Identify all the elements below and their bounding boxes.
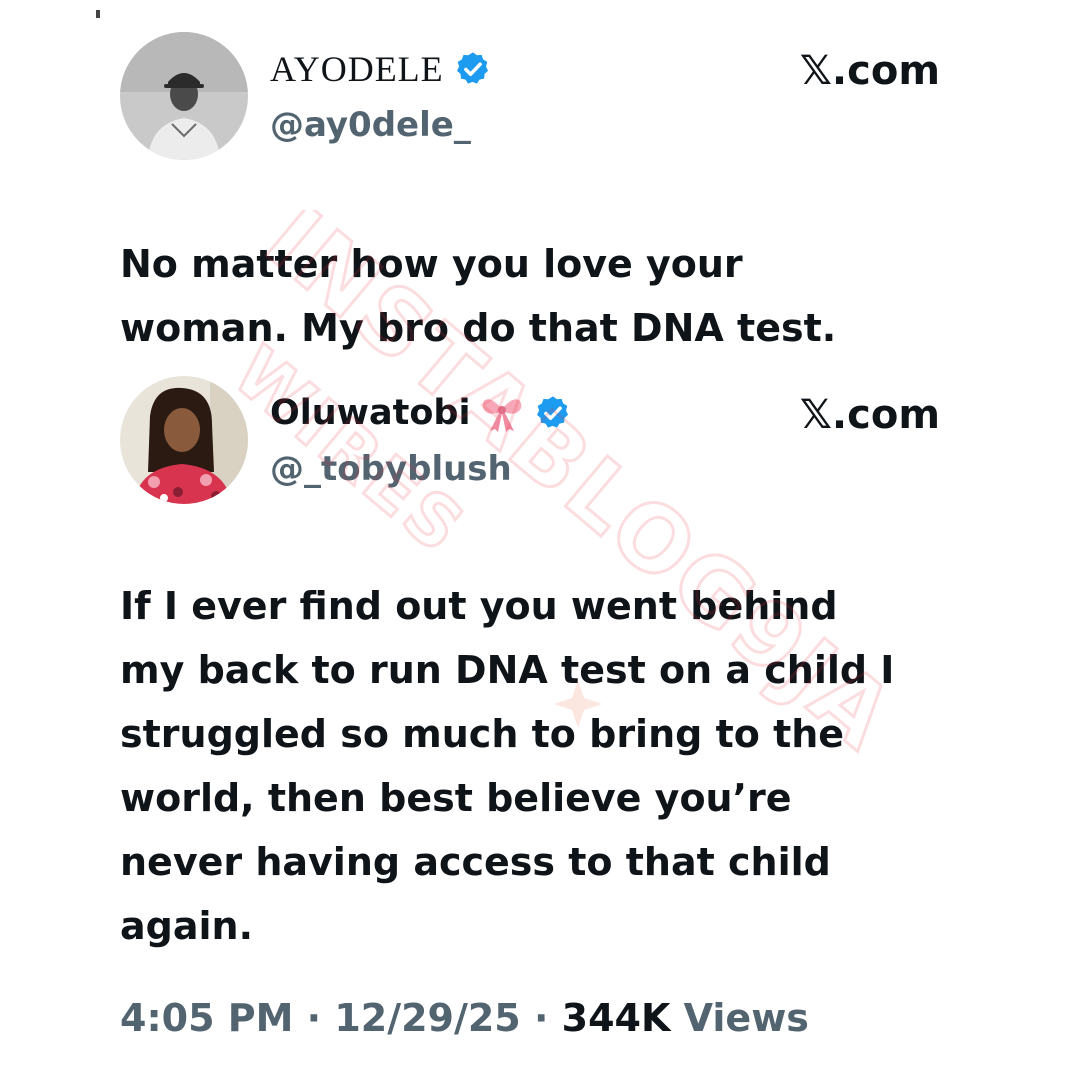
display-name[interactable]: Oluwatobi (270, 390, 470, 436)
verified-badge-icon (537, 396, 569, 428)
corner-mark (96, 10, 100, 18)
tweet-2-line: struggled so much to bring to the (120, 712, 845, 756)
views-label: Views (670, 996, 809, 1040)
avatar-oluwatobi[interactable] (120, 376, 248, 504)
handle[interactable]: @_tobyblush (270, 446, 512, 492)
ribbon-bow-icon (483, 399, 522, 432)
avatar-oluwatobi-image (120, 376, 248, 504)
tweet-2-line: world, then best believe you’re (120, 776, 792, 820)
tweet-time[interactable]: 4:05 PM (120, 996, 293, 1040)
avatar-ayodele-image (120, 32, 248, 160)
views-count: 344K (561, 996, 671, 1040)
tweet-1-line: woman. My bro do that DNA test. (120, 306, 837, 350)
name-row: AYODELE (270, 46, 492, 92)
meta-separator: · (520, 996, 562, 1040)
tweet-1-text: No matter how you love your woman. My br… (120, 232, 960, 360)
name-row: Oluwatobi (270, 390, 572, 436)
tweet-meta: 4:05 PM · 12/29/25 · 344K Views (120, 990, 809, 1046)
x-com-label: 𝕏.com (799, 392, 940, 438)
tweet-2-line: If I ever find out you went behind (120, 584, 838, 628)
tweet-2-line: again. (120, 904, 253, 948)
verified-badge-icon (456, 52, 488, 84)
display-name[interactable]: AYODELE (270, 46, 444, 92)
tweet-1-header: AYODELE @ay0dele_ 𝕏.com (120, 32, 940, 162)
handle[interactable]: @ay0dele_ (270, 102, 471, 148)
x-com-label: 𝕏.com (799, 48, 940, 94)
tweet-2-line: my back to run DNA test on a child I (120, 648, 895, 692)
tweet-2-header: Oluwatobi @_tobyblush 𝕏.com (120, 376, 940, 506)
tweet-2-text: If I ever find out you went behind my ba… (120, 574, 960, 958)
avatar-ayodele[interactable] (120, 32, 248, 160)
tweet-1-line: No matter how you love your (120, 242, 743, 286)
tweet-date[interactable]: 12/29/25 (334, 996, 520, 1040)
meta-separator: · (293, 996, 335, 1040)
tweet-2-line: never having access to that child (120, 840, 831, 884)
